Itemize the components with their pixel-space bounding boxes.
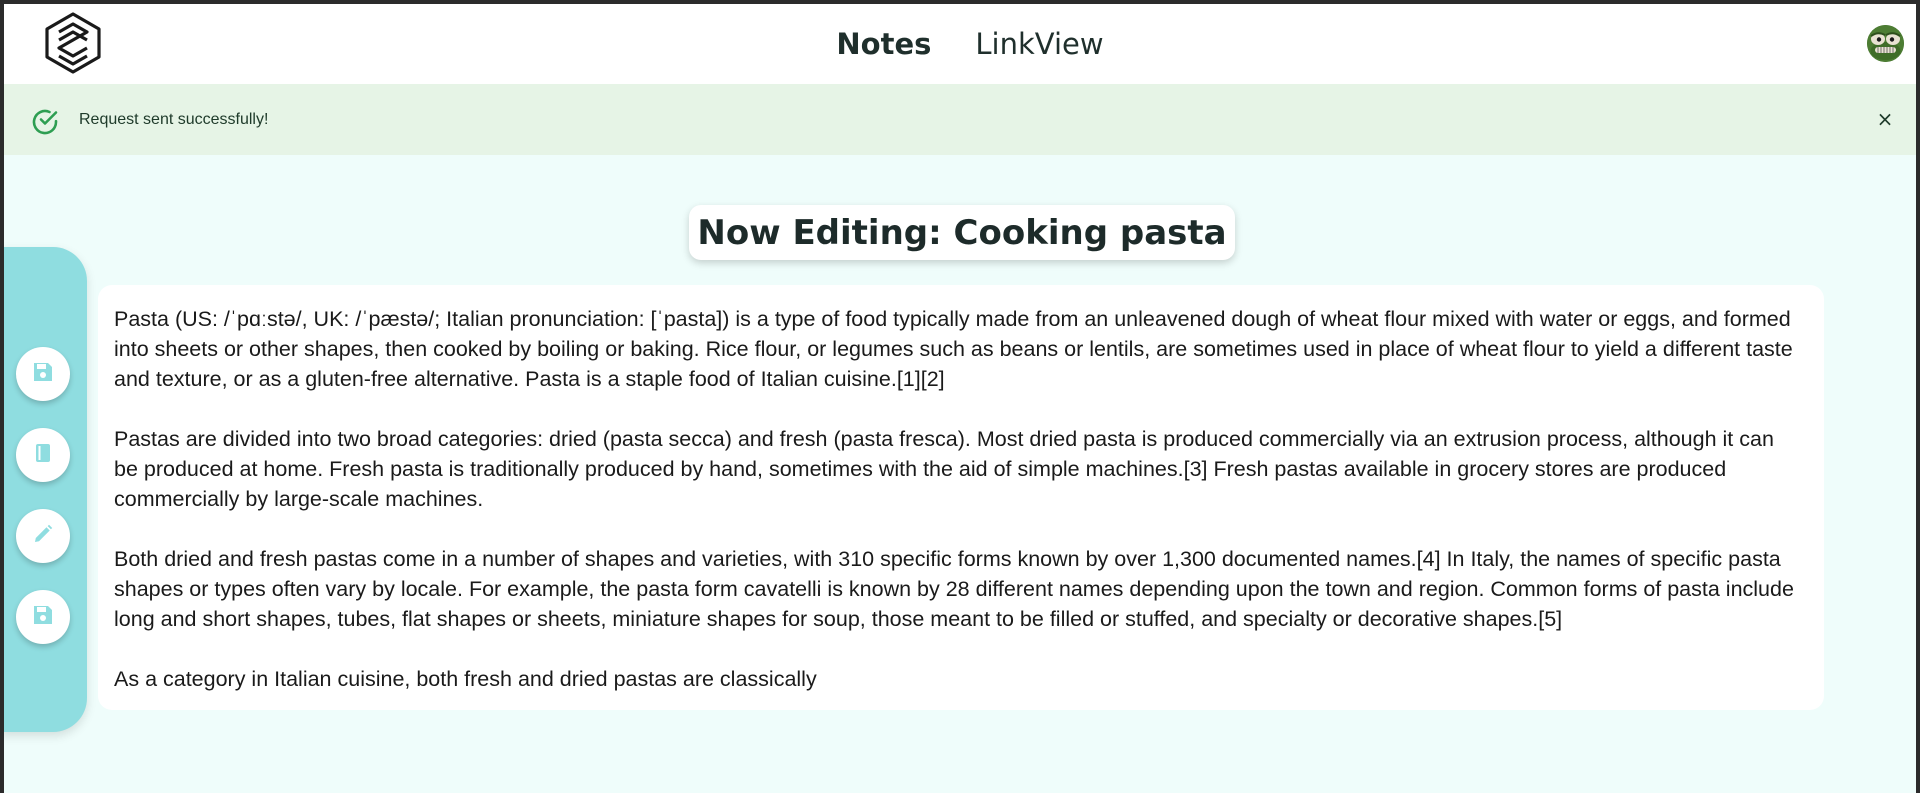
notebook-button[interactable] xyxy=(16,428,70,482)
editor-paragraph[interactable]: As a category in Italian cuisine, both f… xyxy=(114,664,1802,694)
main-nav: Notes LinkView xyxy=(4,4,1916,84)
check-circle-icon xyxy=(30,107,60,137)
page-title: Now Editing: Cooking pasta xyxy=(697,212,1227,253)
editor-paragraph[interactable]: Pasta (US: /ˈpɑːstə/, UK: /ˈpæstə/; Ital… xyxy=(114,304,1802,394)
app-frame: Notes LinkView Request sent successfully… xyxy=(4,4,1916,793)
frog-avatar-icon[interactable] xyxy=(1867,25,1904,62)
success-alert: Request sent successfully! × xyxy=(4,84,1916,155)
editor-paragraph[interactable]: Pastas are divided into two broad catego… xyxy=(114,424,1802,514)
save-icon xyxy=(32,604,54,630)
editor-paragraph[interactable]: Both dried and fresh pastas come in a nu… xyxy=(114,544,1802,634)
editor-toolbar xyxy=(4,247,87,732)
close-icon[interactable]: × xyxy=(1874,108,1896,130)
editing-title-box: Now Editing: Cooking pasta xyxy=(689,205,1235,260)
nav-linkview[interactable]: LinkView xyxy=(975,27,1103,61)
note-editor[interactable]: Pasta (US: /ˈpɑːstə/, UK: /ˈpæstə/; Ital… xyxy=(98,285,1824,710)
alert-message: Request sent successfully! xyxy=(79,111,269,128)
nav-notes[interactable]: Notes xyxy=(836,27,931,61)
pencil-icon xyxy=(32,523,54,549)
save-button[interactable] xyxy=(16,347,70,401)
save-icon xyxy=(32,361,54,387)
top-header: Notes LinkView xyxy=(4,4,1916,84)
book-icon xyxy=(32,442,54,468)
save-button-secondary[interactable] xyxy=(16,590,70,644)
edit-button[interactable] xyxy=(16,509,70,563)
